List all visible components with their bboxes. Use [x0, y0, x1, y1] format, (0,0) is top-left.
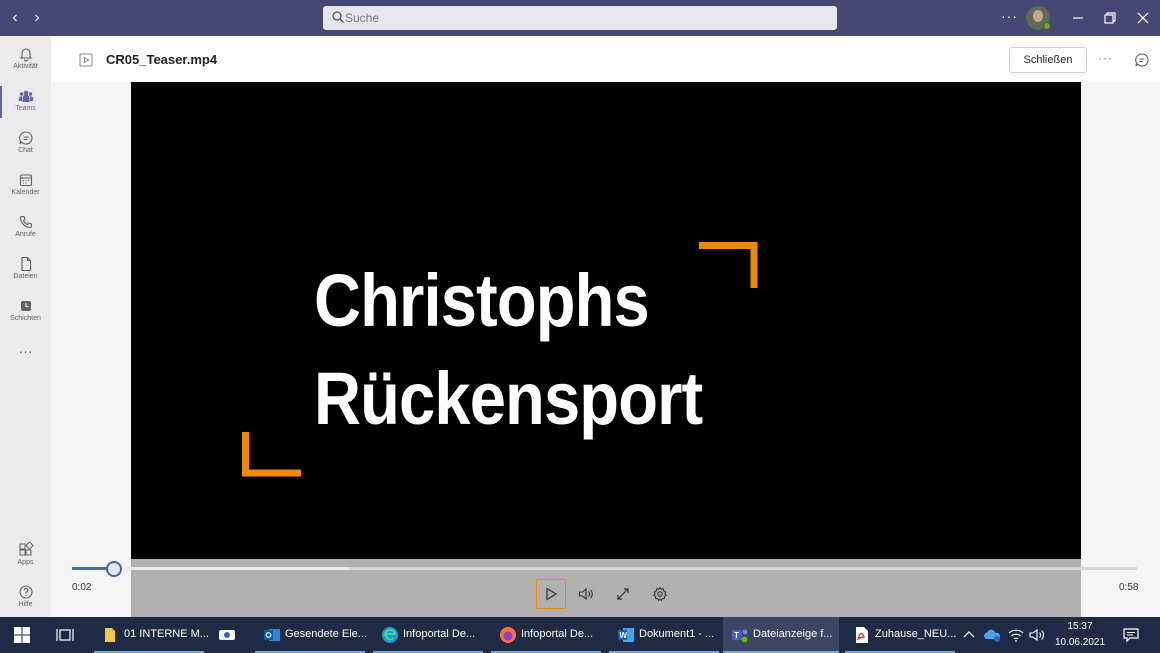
edge-icon	[382, 627, 398, 643]
clock-icon	[20, 301, 31, 311]
close-button[interactable]: Schließen	[1009, 47, 1087, 73]
volume-icon	[578, 587, 593, 601]
rail-label: Kalender	[11, 189, 40, 196]
rail-item-activity[interactable]: Aktivität	[0, 40, 51, 80]
taskbar-app-outlook[interactable]: Gesendete Ele...	[255, 617, 367, 653]
rail-label: Hilfe	[18, 601, 33, 608]
taskbar-app-camera[interactable]	[210, 617, 250, 653]
rail-label: Chat	[18, 147, 33, 154]
onedrive-icon[interactable]	[982, 625, 1002, 645]
title-bar: ‹ › ···	[0, 0, 1160, 36]
video-title-line-1: Christophs	[314, 259, 650, 342]
corner-bracket-top-right	[699, 242, 758, 288]
video-title-line-2: Rückensport	[314, 357, 703, 440]
rail-label: Anrufe	[15, 231, 36, 238]
windows-start-icon[interactable]	[12, 625, 32, 645]
teams-app-icon: T	[732, 629, 748, 643]
folder-icon	[105, 628, 115, 642]
seek-handle[interactable]	[105, 561, 122, 577]
taskbar-app-word[interactable]: W Dokument1 - ...	[609, 617, 719, 653]
teams-icon	[18, 90, 33, 102]
taskbar-app-label: Gesendete Ele...	[285, 628, 367, 640]
clock-date[interactable]: 10.06.2021	[1048, 637, 1112, 648]
search-box[interactable]	[323, 6, 837, 30]
wifi-icon[interactable]	[1006, 625, 1026, 645]
video-frame[interactable]: Christophs Rückensport	[131, 82, 1081, 559]
chat-icon	[18, 131, 32, 145]
chevron-up-icon[interactable]	[961, 625, 977, 645]
seek-bar[interactable]	[72, 567, 1137, 570]
forward-arrow-icon[interactable]: ›	[28, 8, 46, 28]
rail-label: Aktivität	[13, 63, 38, 70]
help-icon	[18, 585, 33, 599]
rail-label: Teams	[15, 105, 36, 112]
firefox-icon	[500, 627, 516, 643]
rail-label: Apps	[17, 559, 34, 566]
windows-taskbar: 01 INTERNE M... Gesendete Ele... Infopor…	[0, 617, 1160, 653]
file-icon	[20, 256, 31, 272]
restore-icon[interactable]	[1098, 6, 1122, 30]
taskbar-app-label: Dateianzeige f...	[753, 628, 833, 640]
app-rail: Aktivität Teams Chat Kalender Anrufe Dat…	[0, 36, 51, 617]
expand-icon	[617, 588, 629, 600]
rail-item-teams[interactable]: Teams	[0, 82, 51, 122]
word-icon: W	[618, 628, 634, 642]
camera-app-icon	[219, 630, 235, 640]
more-options-icon[interactable]: ···	[1098, 51, 1113, 65]
rail-label: Dateien	[13, 273, 38, 280]
gear-icon	[652, 586, 668, 602]
phone-icon	[19, 215, 32, 229]
rail-item-calls[interactable]: Anrufe	[0, 208, 51, 248]
search-icon	[332, 11, 344, 23]
outlook-icon	[264, 629, 280, 641]
taskbar-app-label: Infoportal De...	[521, 628, 594, 640]
svg-text:W: W	[620, 631, 628, 640]
video-player: Christophs Rückensport 0:02 0:58	[51, 82, 1160, 617]
bell-icon	[19, 48, 32, 62]
taskbar-app-label: 01 INTERNE M...	[124, 628, 209, 640]
corner-bracket-bottom-left	[242, 432, 301, 477]
minimize-icon[interactable]	[1066, 6, 1090, 30]
taskbar-app-label: Dokument1 - ...	[639, 628, 715, 640]
rail-item-chat[interactable]: Chat	[0, 124, 51, 164]
search-input[interactable]	[345, 6, 825, 30]
duration-time: 0:58	[1119, 582, 1139, 593]
close-window-icon[interactable]	[1131, 6, 1155, 30]
rail-item-apps[interactable]: Apps	[0, 536, 51, 576]
conversation-icon[interactable]	[1134, 52, 1150, 68]
rail-item-shifts[interactable]: Schichten	[0, 292, 51, 332]
rail-item-help[interactable]: Hilfe	[0, 578, 51, 618]
back-arrow-icon[interactable]: ‹	[6, 8, 24, 28]
calendar-icon	[19, 174, 32, 187]
apps-icon	[19, 542, 34, 556]
more-options-icon[interactable]: ···	[1001, 8, 1018, 24]
file-viewer-header: CR05_Teaser.mp4 Schließen ···	[51, 36, 1160, 82]
taskbar-app-label: Infoportal De...	[403, 628, 476, 640]
taskbar-app-pdf[interactable]: Zuhause_NEU...	[845, 617, 957, 653]
taskbar-app-label: Zuhause_NEU...	[875, 628, 957, 640]
svg-text:T: T	[734, 631, 739, 640]
rail-more-button[interactable]: ···	[0, 341, 51, 381]
current-time: 0:02	[72, 582, 92, 593]
volume-button[interactable]	[571, 579, 601, 609]
play-icon	[546, 587, 558, 601]
play-button[interactable]	[536, 579, 566, 609]
pdf-icon	[856, 627, 868, 643]
fullscreen-button[interactable]	[608, 579, 638, 609]
clock-time[interactable]: 15:37	[1060, 621, 1100, 632]
presence-available-icon	[1043, 22, 1051, 30]
taskbar-app-edge[interactable]: Infoportal De...	[373, 617, 483, 653]
rail-label: Schichten	[10, 315, 41, 322]
taskbar-app-teams[interactable]: T Dateianzeige f...	[723, 617, 839, 653]
task-view-icon[interactable]	[55, 625, 75, 645]
file-title: CR05_Teaser.mp4	[106, 52, 218, 67]
rail-item-files[interactable]: Dateien	[0, 250, 51, 290]
settings-button[interactable]	[645, 579, 675, 609]
taskbar-app-explorer[interactable]: 01 INTERNE M...	[94, 617, 209, 653]
taskbar-app-firefox[interactable]: Infoportal De...	[491, 617, 601, 653]
video-file-icon	[79, 53, 93, 67]
notification-center-icon[interactable]	[1121, 625, 1141, 645]
rail-item-calendar[interactable]: Kalender	[0, 166, 51, 206]
speaker-icon[interactable]	[1027, 625, 1047, 645]
